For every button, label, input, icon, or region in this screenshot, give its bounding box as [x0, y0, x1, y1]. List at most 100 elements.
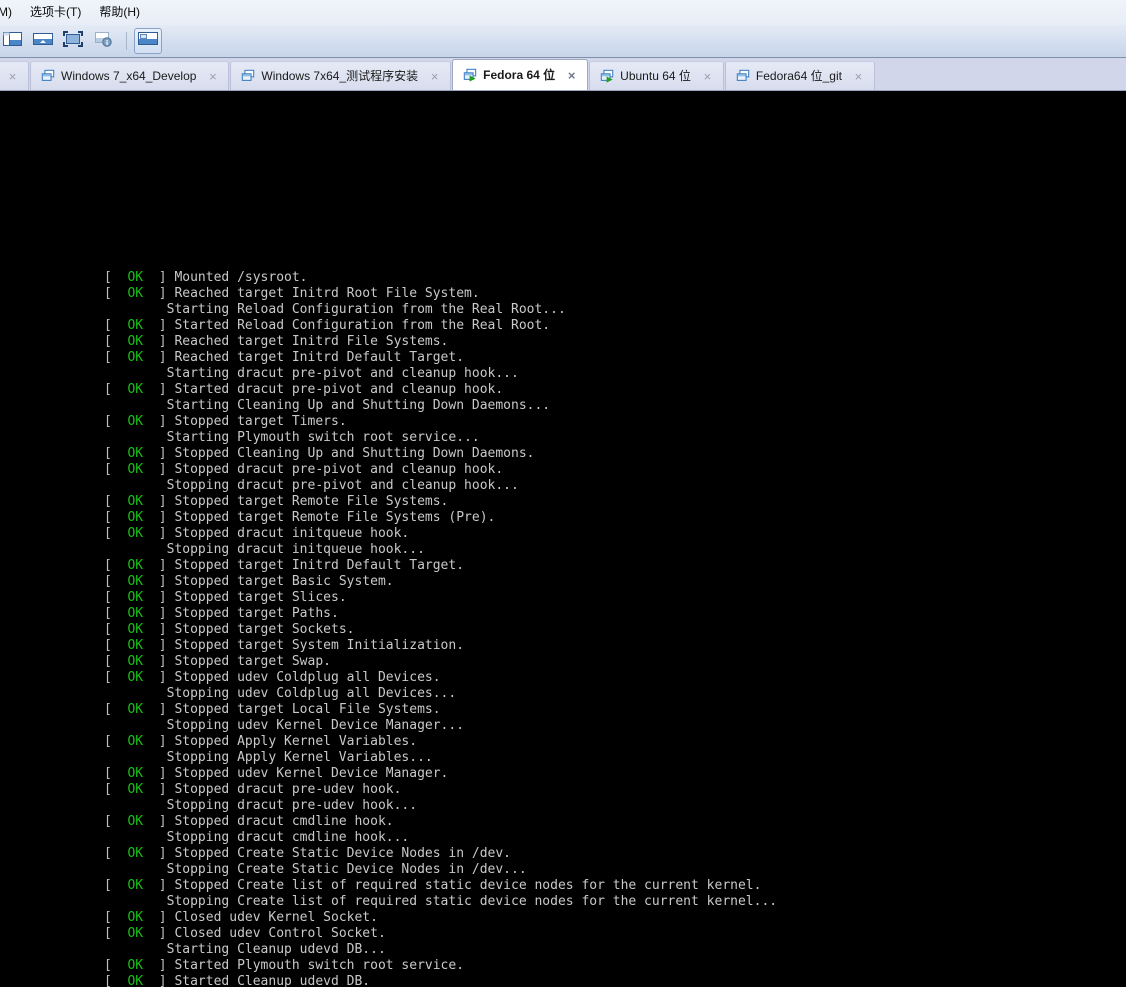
tab-label: Windows 7x64_测试程序安装 — [261, 69, 418, 83]
status-bracket-close: ] — [143, 638, 174, 653]
status-ok-badge: OK — [127, 622, 143, 637]
tab-windows7-x64-develop[interactable]: Windows 7_x64_Develop× — [30, 61, 229, 90]
tab-close-icon[interactable]: × — [206, 70, 219, 83]
terminal-line-text: Reached target Initrd File Systems. — [174, 334, 448, 349]
terminal-line-text: Stopped target Basic System. — [174, 574, 393, 589]
terminal-line-text: Stopping udev Coldplug all Devices... — [167, 686, 457, 701]
status-bracket-open: [ — [104, 414, 127, 429]
status-bracket-open: [ — [104, 958, 127, 973]
toolbar-separator — [126, 32, 127, 50]
terminal-line-text: Stopped target Paths. — [174, 606, 338, 621]
status-bracket-close: ] — [143, 910, 174, 925]
tab-partial-left[interactable]: × — [0, 61, 29, 90]
terminal-line-text: Starting Reload Configuration from the R… — [167, 302, 566, 317]
terminal-line-text: Stopped Create Static Device Nodes in /d… — [174, 846, 511, 861]
status-bracket-close: ] — [143, 782, 174, 797]
vm-powered-off-icon — [241, 69, 255, 83]
terminal-line-text: Stopped target Timers. — [174, 414, 346, 429]
status-bracket-open: [ — [104, 974, 127, 987]
terminal-line: [ OK ] Stopped Cleaning Up and Shutting … — [104, 446, 777, 462]
terminal-line-text: Stopped Create list of required static d… — [174, 878, 761, 893]
status-bracket-open: [ — [104, 446, 127, 461]
terminal-line-text: Mounted /sysroot. — [174, 270, 307, 285]
status-ok-badge: OK — [127, 766, 143, 781]
terminal-line-text: Stopped target Local File Systems. — [174, 702, 440, 717]
terminal-line: [ OK ] Started dracut pre-pivot and clea… — [104, 382, 777, 398]
status-ok-badge: OK — [127, 462, 143, 477]
terminal-line: [ OK ] Stopped dracut pre-udev hook. — [104, 782, 777, 798]
single-window-button[interactable] — [134, 28, 162, 54]
status-bracket-close: ] — [143, 334, 174, 349]
menu-vm-clipped[interactable]: M) — [0, 2, 21, 23]
vm-powered-off-icon — [736, 69, 750, 83]
terminal-line-text: Stopped target Swap. — [174, 654, 331, 669]
status-bracket-close: ] — [143, 670, 174, 685]
status-bracket-open: [ — [104, 334, 127, 349]
status-indent — [104, 302, 167, 317]
status-bracket-close: ] — [143, 814, 174, 829]
status-ok-badge: OK — [127, 702, 143, 717]
tab-label: Ubuntu 64 位 — [620, 69, 691, 83]
console-view-button[interactable] — [30, 29, 56, 53]
tab-windows7x64-test-install[interactable]: Windows 7x64_测试程序安装 × — [230, 61, 451, 90]
status-bracket-open: [ — [104, 782, 127, 797]
unity-mode-button[interactable] — [90, 29, 116, 53]
tab-close-icon[interactable]: × — [6, 70, 19, 83]
status-ok-badge: OK — [127, 878, 143, 893]
tab-close-icon[interactable]: × — [852, 70, 865, 83]
terminal-line-text: Stopping dracut pre-pivot and cleanup ho… — [167, 478, 519, 493]
single-window-icon — [138, 31, 158, 51]
status-bracket-close: ] — [143, 974, 174, 987]
vm-powered-off-icon — [41, 69, 55, 83]
status-bracket-open: [ — [104, 574, 127, 589]
status-bracket-close: ] — [143, 926, 174, 941]
terminal-line-text: Started Plymouth switch root service. — [174, 958, 464, 973]
status-bracket-open: [ — [104, 766, 127, 781]
status-bracket-open: [ — [104, 670, 127, 685]
fullscreen-button[interactable] — [60, 29, 86, 53]
tab-close-icon[interactable]: × — [701, 70, 714, 83]
status-ok-badge: OK — [127, 526, 143, 541]
menu-help[interactable]: 帮助(H) — [90, 2, 149, 23]
status-bracket-close: ] — [143, 318, 174, 333]
status-bracket-open: [ — [104, 734, 127, 749]
status-ok-badge: OK — [127, 638, 143, 653]
status-bracket-open: [ — [104, 526, 127, 541]
status-bracket-close: ] — [143, 494, 174, 509]
tab-fedora64-git[interactable]: Fedora64 位_git× — [725, 61, 875, 90]
tab-fedora-64[interactable]: Fedora 64 位× — [452, 59, 588, 90]
status-bracket-close: ] — [143, 526, 174, 541]
status-bracket-close: ] — [143, 878, 174, 893]
status-bracket-close: ] — [143, 734, 174, 749]
status-bracket-close: ] — [143, 958, 174, 973]
status-bracket-close: ] — [143, 446, 174, 461]
terminal-line-text: Starting Cleaning Up and Shutting Down D… — [167, 398, 551, 413]
console-view-icon — [33, 31, 53, 52]
status-indent — [104, 542, 167, 557]
status-ok-badge: OK — [127, 958, 143, 973]
vm-console-terminal[interactable]: [ OK ] Mounted /sysroot. [ OK ] Reached t… — [0, 91, 1126, 987]
terminal-line: Stopping Apply Kernel Variables... — [104, 750, 777, 766]
terminal-line: [ OK ] Mounted /sysroot. — [104, 270, 777, 286]
status-bracket-open: [ — [104, 814, 127, 829]
status-bracket-open: [ — [104, 494, 127, 509]
terminal-line: [ OK ] Stopped Create Static Device Node… — [104, 846, 777, 862]
status-bracket-open: [ — [104, 382, 127, 397]
tab-close-icon[interactable]: × — [428, 70, 441, 83]
terminal-line-text: Closed udev Kernel Socket. — [174, 910, 378, 925]
status-ok-badge: OK — [127, 318, 143, 333]
status-bracket-open: [ — [104, 622, 127, 637]
terminal-line-text: Starting dracut pre-pivot and cleanup ho… — [167, 366, 519, 381]
fullscreen-icon — [63, 31, 83, 52]
status-ok-badge: OK — [127, 654, 143, 669]
status-ok-badge: OK — [127, 974, 143, 987]
terminal-line-text: Stopped dracut pre-udev hook. — [174, 782, 401, 797]
tab-close-icon[interactable]: × — [565, 69, 578, 82]
terminal-line: [ OK ] Stopped dracut initqueue hook. — [104, 526, 777, 542]
terminal-line-text: Stopping dracut pre-udev hook... — [167, 798, 417, 813]
terminal-line-text: Started Reload Configuration from the Re… — [174, 318, 550, 333]
status-indent — [104, 366, 167, 381]
menu-tabs[interactable]: 选项卡(T) — [21, 2, 90, 23]
show-sidebar-button[interactable] — [0, 29, 26, 53]
tab-ubuntu-64[interactable]: Ubuntu 64 位 × — [589, 61, 724, 90]
